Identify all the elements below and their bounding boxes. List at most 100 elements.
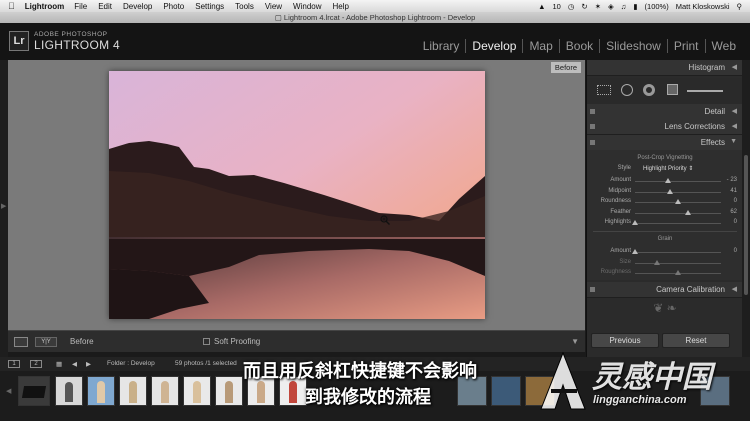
before-after-view-button[interactable]: Y|Y [35, 337, 57, 347]
filmstrip-thumbnail[interactable] [87, 376, 115, 406]
menu-settings[interactable]: Settings [195, 2, 224, 11]
menu-view[interactable]: View [265, 2, 282, 11]
menu-tools[interactable]: Tools [235, 2, 254, 11]
image-viewer[interactable]: Before [8, 60, 585, 330]
collapse-arrow-icon[interactable]: ◀ [732, 285, 737, 293]
filmstrip-thumbnail[interactable] [215, 376, 243, 406]
filmstrip-thumbnail[interactable] [18, 376, 50, 406]
menu-window[interactable]: Window [293, 2, 321, 11]
slider-knob[interactable] [675, 199, 681, 204]
crop-tool-icon[interactable] [597, 85, 611, 95]
spotlight-icon[interactable]: ⚲ [737, 2, 743, 11]
filmstrip-thumbnail[interactable] [151, 376, 179, 406]
slider-track[interactable] [635, 252, 721, 253]
volume-icon[interactable]: ♫ [621, 2, 627, 11]
soft-proofing-checkbox[interactable] [203, 338, 210, 345]
menu-app-name[interactable]: Lightroom [25, 2, 65, 11]
module-develop[interactable]: Develop [465, 39, 522, 53]
menu-develop[interactable]: Develop [123, 2, 152, 11]
expand-arrow-icon[interactable]: ▼ [730, 138, 737, 145]
spot-removal-icon[interactable] [621, 84, 633, 96]
menu-help[interactable]: Help [333, 2, 349, 11]
slider-value[interactable]: 41 [730, 188, 737, 194]
slider-value[interactable]: - 23 [727, 177, 737, 183]
loupe-view-button[interactable] [14, 337, 28, 347]
slider-value[interactable]: 0 [734, 198, 737, 204]
slider-value[interactable]: 0 [734, 248, 737, 254]
soft-proofing-label[interactable]: Soft Proofing [214, 337, 260, 346]
panel-switch-icon[interactable] [590, 140, 595, 145]
reset-button[interactable]: Reset [662, 333, 730, 348]
menu-file[interactable]: File [74, 2, 87, 11]
style-dropdown[interactable]: Highlight Priority ⇕ [643, 165, 693, 172]
collapse-arrow-icon[interactable]: ◀ [732, 122, 737, 130]
battery-icon[interactable]: ▮ [633, 2, 637, 11]
histogram-header[interactable]: Histogram ◀ [587, 60, 743, 76]
camera-calibration-header[interactable]: Camera Calibration ◀ [587, 282, 743, 298]
adjustment-brush-icon[interactable] [687, 90, 723, 92]
sync-icon[interactable]: ↻ [581, 2, 587, 11]
adobe-badge-count: 10 [552, 1, 561, 11]
module-book[interactable]: Book [558, 39, 599, 53]
filmstrip-thumbnail[interactable] [55, 376, 83, 406]
collapse-arrow-icon[interactable]: ◀ [732, 63, 737, 71]
secondary-window-button[interactable]: 2 [30, 360, 42, 368]
adobe-icon[interactable]: ▲ [538, 2, 545, 11]
slider-track[interactable] [635, 262, 721, 264]
slider-label: Highlights [604, 219, 631, 225]
module-map[interactable]: Map [522, 39, 558, 53]
filmstrip-left-arrow-icon[interactable]: ◀ [6, 387, 11, 395]
expand-left-arrow-icon[interactable]: ▶ [1, 202, 6, 210]
clock-icon[interactable]: ◷ [568, 2, 575, 11]
red-eye-icon[interactable] [643, 84, 655, 96]
slider-knob[interactable] [685, 209, 692, 215]
toolbar-menu-arrow-icon[interactable]: ▼ [571, 337, 579, 346]
slider-value[interactable]: 62 [730, 209, 737, 215]
folder-path[interactable]: Folder : Develop [107, 360, 155, 367]
slider-knob[interactable] [675, 270, 681, 275]
slider-track[interactable] [635, 191, 721, 193]
left-panel-toggle[interactable]: ▶ [0, 60, 8, 357]
module-library[interactable]: Library [417, 39, 466, 53]
panel-switch-icon[interactable] [590, 287, 595, 292]
slider-track[interactable] [635, 181, 721, 182]
slider-knob[interactable] [632, 249, 638, 254]
panel-scrollbar[interactable] [742, 60, 750, 357]
module-web[interactable]: Web [704, 39, 742, 53]
effects-header[interactable]: Effects ▼ [587, 135, 743, 151]
collapse-arrow-icon[interactable]: ◀ [732, 107, 737, 115]
document-icon: ▢ [274, 13, 282, 22]
slider-track[interactable] [635, 212, 721, 214]
user-name[interactable]: Matt Kloskowski [676, 2, 730, 11]
filmstrip-thumbnail[interactable] [491, 376, 521, 406]
menu-edit[interactable]: Edit [98, 2, 112, 11]
scrollbar-thumb[interactable] [744, 155, 748, 295]
slider-value[interactable]: 0 [734, 219, 737, 225]
back-arrow-icon[interactable]: ◀ [72, 360, 77, 368]
menu-photo[interactable]: Photo [163, 2, 184, 11]
module-print[interactable]: Print [666, 39, 705, 53]
filmstrip-thumbnail[interactable] [119, 376, 147, 406]
slider-track[interactable] [635, 223, 721, 224]
panel-switch-icon[interactable] [590, 124, 595, 129]
detail-header[interactable]: Detail ◀ [587, 104, 743, 120]
main-window-button[interactable]: 1 [8, 360, 20, 368]
bluetooth-icon[interactable]: ✶ [595, 2, 601, 11]
apple-menu-icon[interactable]:  [8, 1, 15, 11]
lens-corrections-header[interactable]: Lens Corrections ◀ [587, 119, 743, 135]
slider-row: Amount 0 [587, 247, 743, 257]
slider-knob[interactable] [632, 220, 638, 225]
graduated-filter-icon[interactable] [667, 84, 678, 95]
camera-calibration-title: Camera Calibration [656, 285, 725, 294]
module-slideshow[interactable]: Slideshow [599, 39, 667, 53]
forward-arrow-icon[interactable]: ▶ [86, 360, 91, 368]
photo-preview[interactable] [109, 71, 485, 319]
panel-switch-icon[interactable] [590, 109, 595, 114]
filmstrip-thumbnail[interactable] [183, 376, 211, 406]
slider-knob[interactable] [653, 259, 660, 265]
wifi-icon[interactable]: ◈ [608, 2, 614, 11]
slider-knob[interactable] [664, 178, 671, 183]
previous-button[interactable]: Previous [591, 333, 659, 348]
slider-knob[interactable] [667, 188, 674, 194]
grid-icon[interactable]: ▦ [56, 360, 62, 368]
